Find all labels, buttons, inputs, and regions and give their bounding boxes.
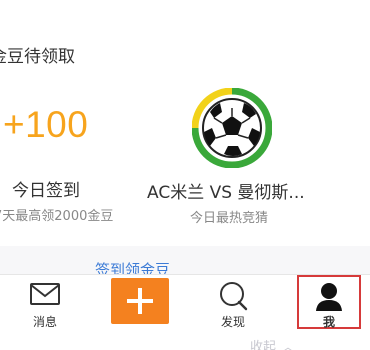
section-title: 金豆待领取 <box>0 47 75 67</box>
match-card[interactable]: AC米兰 VS 曼彻斯... 今日最热竞猜 <box>140 85 335 235</box>
chevron-up-icon: ︿ <box>282 340 295 350</box>
tab-messages[interactable]: 消息 <box>10 275 80 335</box>
signin-banner: 签到领金豆 <box>0 246 370 274</box>
tab-discover[interactable]: 发现 <box>198 275 268 335</box>
checkin-reward-value: +100 <box>3 104 89 145</box>
checkin-card[interactable]: +100 今日签到 7天最高领2000金豆 <box>0 100 150 230</box>
user-icon <box>315 282 343 316</box>
signin-link[interactable]: 签到领金豆 <box>95 259 170 274</box>
tab-me-label: 我 <box>322 315 335 329</box>
checkin-subtitle: 7天最高领2000金豆 <box>0 209 114 224</box>
collapse-label: 收起 <box>250 340 277 350</box>
add-button[interactable] <box>111 278 169 324</box>
tab-discover-label: 发现 <box>220 315 245 329</box>
tab-messages-label: 消息 <box>32 315 57 329</box>
page: 金豆待领取 +100 今日签到 7天最高领2000金豆 <box>0 0 370 350</box>
tab-me[interactable]: 我 <box>297 275 361 329</box>
search-icon <box>217 281 249 315</box>
checkin-label: 今日签到 <box>12 181 80 201</box>
collapse-button[interactable]: 收起 ︿ <box>250 336 294 350</box>
match-label: AC米兰 VS 曼彻斯... <box>147 183 305 203</box>
mail-icon <box>29 281 61 311</box>
plus-icon-vertical <box>138 288 142 314</box>
bottom-tab-bar: 消息 发现 我 <box>0 274 370 335</box>
match-subtitle: 今日最热竞猜 <box>190 211 269 226</box>
soccer-ball-icon <box>191 87 273 169</box>
